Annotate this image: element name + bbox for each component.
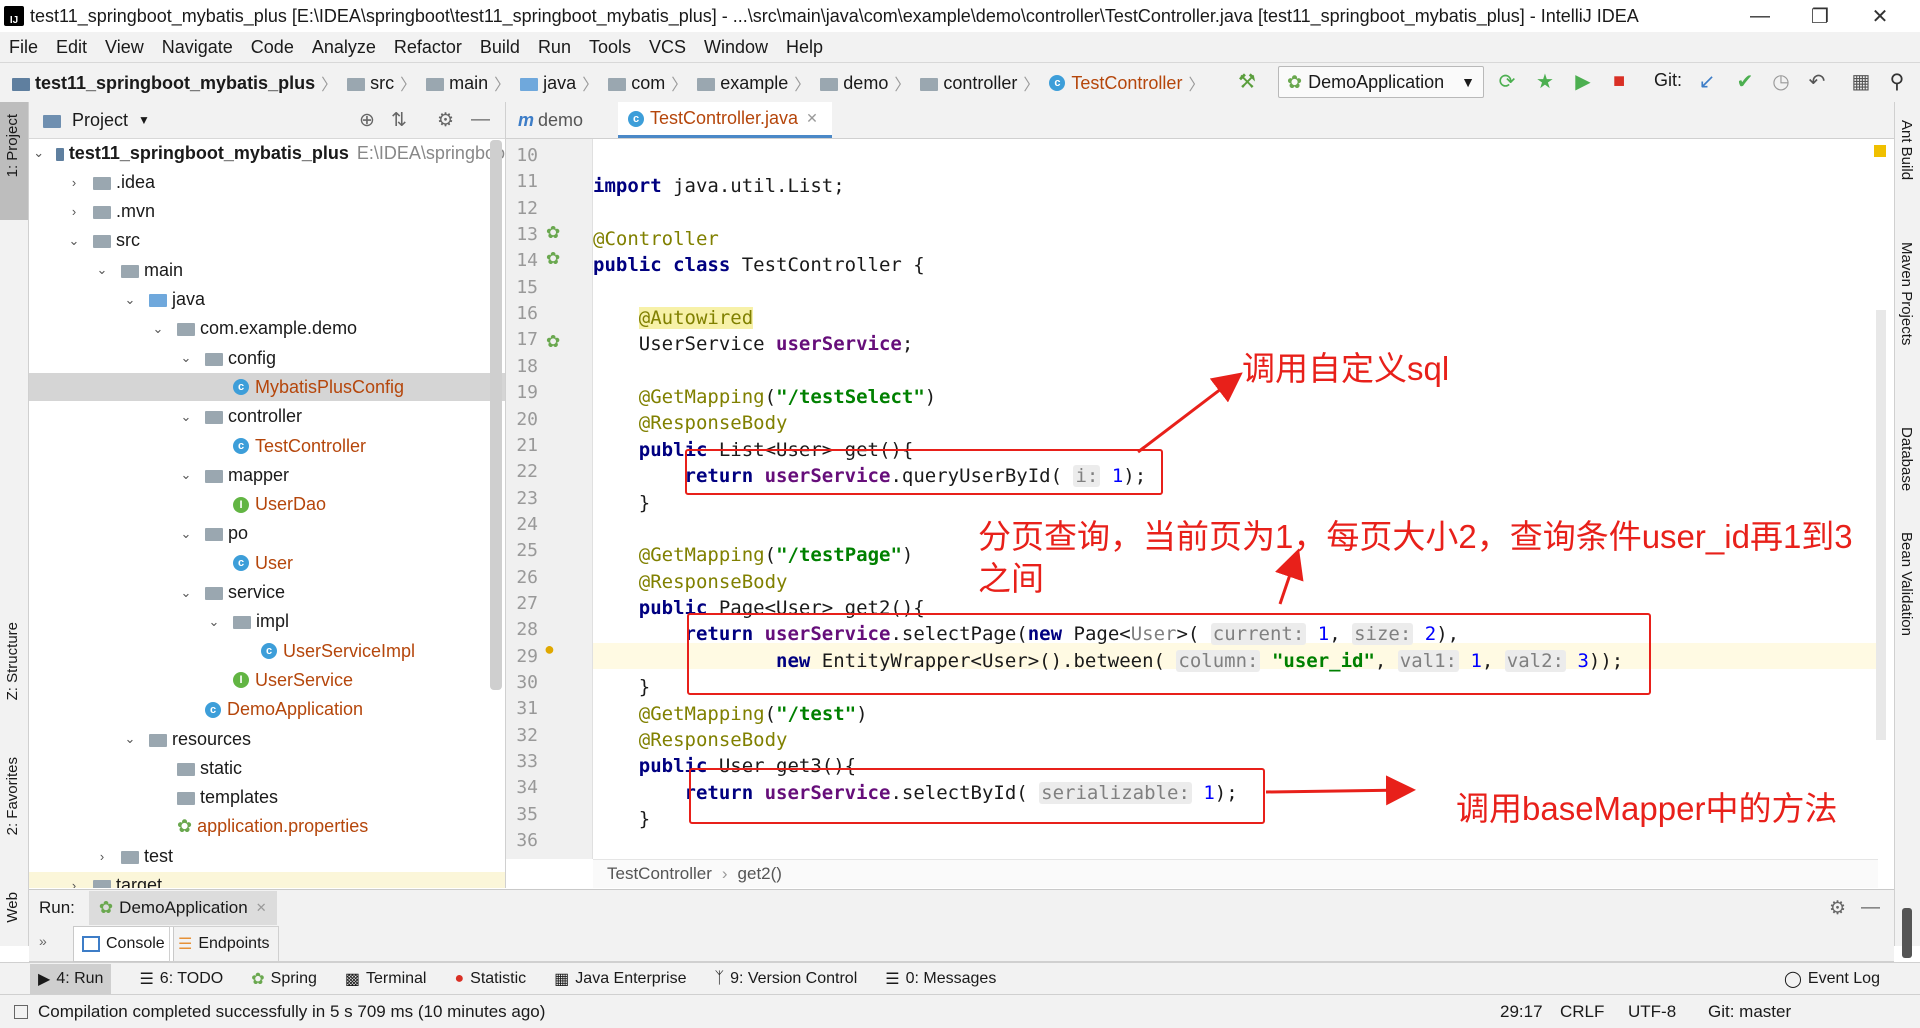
gear-icon[interactable]: ⚙ [1829, 897, 1846, 920]
run-scrollbar[interactable] [1902, 908, 1912, 958]
close-tab-icon[interactable]: ✕ [256, 900, 267, 916]
todo-tool-button[interactable]: ☰ 6: TODO [139, 969, 223, 989]
hide-panel-icon[interactable]: — [1861, 897, 1880, 919]
tool-label: 6: TODO [159, 970, 224, 987]
terminal-icon: ▩ [344, 971, 361, 988]
arrow-to-page-query [1275, 548, 1304, 605]
arrow-to-basemapper [1265, 775, 1416, 806]
run-label: Run: [39, 898, 75, 917]
messages-tool-button[interactable]: ☰ 0: Messages [885, 969, 996, 989]
spring-icon: ✿ [251, 971, 265, 988]
tool-label: Java Enterprise [575, 970, 687, 987]
run-tool-button[interactable]: ▶ 4: Run [30, 964, 112, 994]
spring-tool-button[interactable]: ✿ Spring [251, 969, 317, 989]
status-bar: Compilation completed successfully in 5 … [0, 994, 1920, 1028]
file-encoding[interactable]: UTF-8 [1628, 1002, 1676, 1022]
caret-position[interactable]: 29:17 [1500, 1002, 1543, 1022]
console-tab-label: Console [106, 935, 165, 952]
arrow-to-custom-sql [1137, 372, 1243, 454]
line-separator[interactable]: CRLF [1560, 1002, 1604, 1022]
tool-label: 9: Version Control [730, 970, 858, 987]
status-message: Compilation completed successfully in 5 … [38, 1001, 546, 1021]
run-panel-tabs: » Console ☰ Endpoints [29, 925, 1894, 962]
tool-label: Terminal [366, 970, 427, 987]
terminal-tool-button[interactable]: ▩ Terminal [345, 969, 427, 989]
version-control-tool-button[interactable]: ᛉ 9: Version Control [714, 970, 857, 988]
statistic-tool-button[interactable]: ● Statistic [454, 970, 526, 988]
event-log-tool-button[interactable]: ◯ Event Log [1784, 969, 1880, 989]
messages-icon: ☰ [885, 971, 900, 988]
endpoints-tab-label: Endpoints [198, 935, 270, 952]
editor-breadcrumb: TestController › get2() [593, 859, 1878, 888]
run-icon: ▶ [38, 971, 51, 988]
bottom-tool-bar: ▶ 4: Run ☰ 6: TODO ✿ Spring ▩ Terminal ● Stat… [0, 962, 1920, 995]
breadcrumb-class[interactable]: TestController [607, 864, 712, 884]
expand-icon[interactable]: » [39, 933, 47, 949]
tool-label: 0: Messages [905, 970, 997, 987]
run-panel-header: Run: ✿ DemoApplication ✕ ⚙ — [29, 889, 1894, 926]
tool-label: Spring [270, 970, 317, 987]
breadcrumb-method[interactable]: get2() [738, 864, 782, 884]
statistic-icon: ● [454, 970, 465, 987]
git-branch[interactable]: Git: master [1708, 1002, 1791, 1022]
version-control-icon: ᛉ [714, 970, 725, 987]
tool-label: 4: Run [56, 970, 104, 987]
endpoints-icon: ☰ [178, 936, 193, 953]
run-config-tab-label: DemoApplication [119, 898, 248, 917]
tool-label: Statistic [470, 970, 527, 987]
java-enterprise-icon: ▦ [554, 971, 570, 988]
console-icon [82, 936, 100, 952]
todo-icon: ☰ [139, 971, 154, 988]
spring-boot-icon: ✿ [98, 898, 114, 917]
console-tab[interactable]: Console [73, 926, 174, 962]
tool-label: Event Log [1807, 970, 1880, 987]
run-config-tab[interactable]: ✿ DemoApplication ✕ [88, 891, 277, 925]
java-enterprise-tool-button[interactable]: ▦ Java Enterprise [554, 969, 686, 989]
endpoints-tab[interactable]: ☰ Endpoints [169, 926, 279, 962]
toggle-tool-windows-icon[interactable] [14, 1004, 28, 1019]
event-log-icon: ◯ [1784, 971, 1802, 988]
